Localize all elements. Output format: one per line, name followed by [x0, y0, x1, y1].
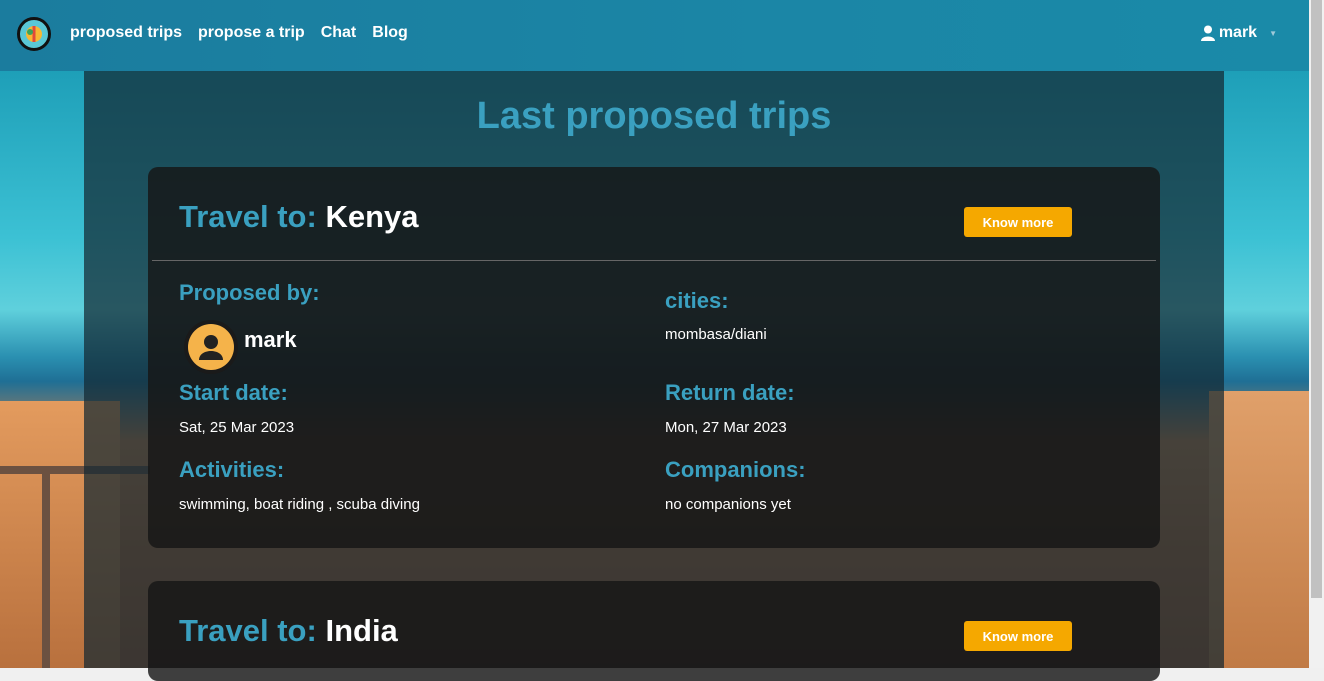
- trip-destination: India: [325, 613, 398, 648]
- page-title: Last proposed trips: [476, 95, 832, 137]
- nav-propose-a-trip[interactable]: propose a trip: [198, 24, 305, 42]
- activities-value: swimming, boat riding , scuba diving: [179, 496, 420, 513]
- proposed-by-label: Proposed by:: [179, 280, 320, 305]
- travel-to-label: Travel to:: [179, 199, 317, 234]
- return-date-value: Mon, 27 Mar 2023: [665, 419, 787, 436]
- chevron-down-icon: ▼: [1269, 28, 1277, 38]
- trip-card: Travel to: India Know more: [148, 581, 1160, 681]
- return-date-label: Return date:: [665, 380, 795, 405]
- cities-label: cities:: [665, 288, 729, 313]
- trip-destination: Kenya: [325, 199, 419, 234]
- scroll-thumb[interactable]: [1311, 0, 1322, 598]
- start-date-value: Sat, 25 Mar 2023: [179, 419, 295, 436]
- nav-chat[interactable]: Chat: [321, 24, 357, 42]
- card-divider: [152, 260, 1156, 261]
- user-menu[interactable]: mark ▼: [1200, 24, 1277, 42]
- travel-to-label: Travel to:: [179, 613, 317, 648]
- user-icon: [1200, 25, 1215, 41]
- scrollbar[interactable]: [1309, 0, 1324, 668]
- companions-value: no companions yet: [665, 496, 791, 513]
- user-avatar-icon: [199, 335, 223, 360]
- activities-label: Activities:: [179, 457, 285, 482]
- boardwalk-post: [42, 471, 50, 668]
- top-navbar: proposed trips propose a trip Chat Blog …: [0, 0, 1309, 71]
- site-logo[interactable]: [17, 17, 51, 51]
- beach-sand-right: [1209, 391, 1309, 668]
- main-panel: Last proposed trips Travel to: Kenya Kno…: [84, 71, 1224, 681]
- know-more-button[interactable]: Know more: [964, 621, 1072, 651]
- trip-card: Travel to: Kenya Know more Proposed by: …: [148, 167, 1160, 548]
- trip-heading: Travel to: India: [179, 613, 398, 649]
- nav-blog[interactable]: Blog: [372, 24, 408, 42]
- username: mark: [1218, 24, 1258, 41]
- nav-proposed-trips[interactable]: proposed trips: [70, 24, 182, 42]
- start-date-label: Start date:: [179, 380, 288, 405]
- companions-label: Companions:: [665, 457, 806, 482]
- cities-value: mombasa/diani: [665, 326, 767, 343]
- trip-author[interactable]: mark: [244, 327, 297, 353]
- avatar[interactable]: [184, 320, 238, 374]
- nav-links: proposed trips propose a trip Chat Blog: [70, 24, 408, 42]
- trip-heading: Travel to: Kenya: [179, 199, 419, 235]
- know-more-button[interactable]: Know more: [964, 207, 1072, 237]
